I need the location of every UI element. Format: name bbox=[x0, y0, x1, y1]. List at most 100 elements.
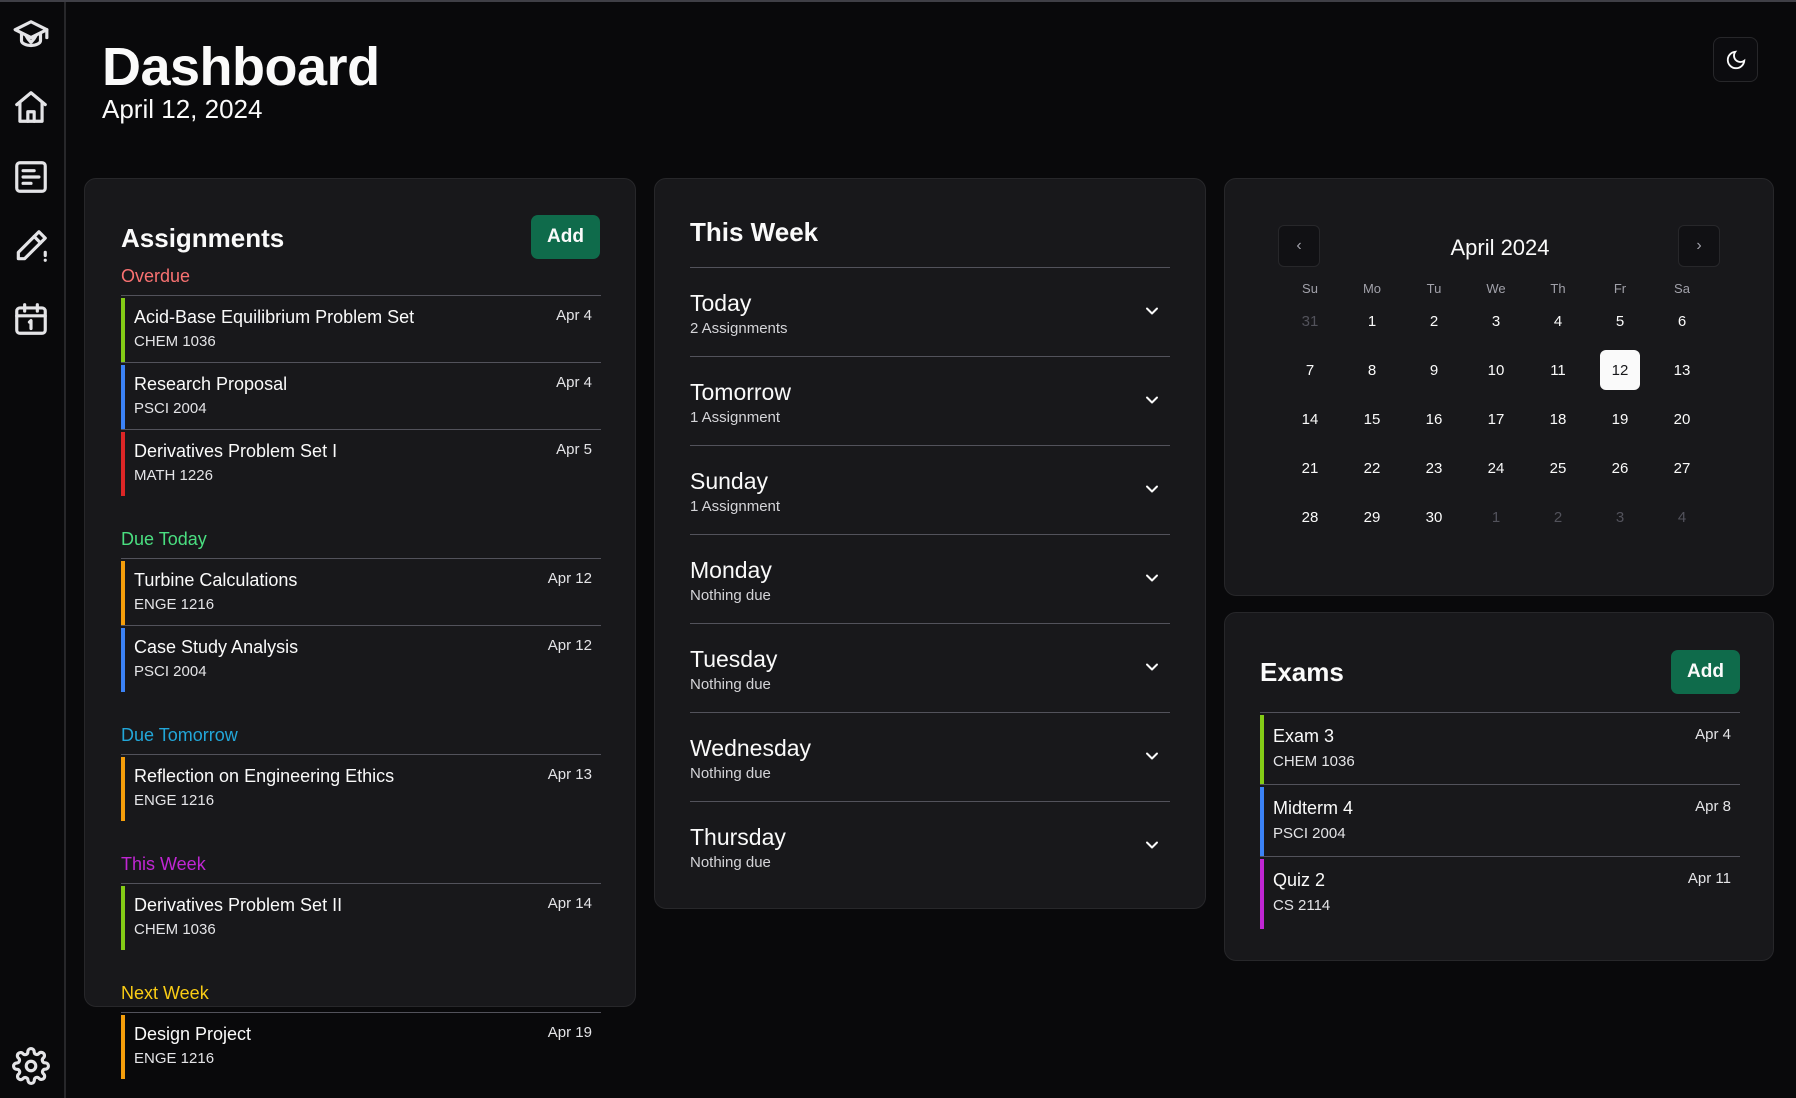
theme-toggle-button[interactable] bbox=[1713, 37, 1758, 82]
list-item[interactable]: Derivatives Problem Set II CHEM 1036 Apr 1… bbox=[121, 883, 601, 950]
document-icon[interactable] bbox=[9, 155, 53, 199]
calendar-day[interactable]: 4 bbox=[1538, 301, 1578, 341]
course-color-bar bbox=[121, 628, 125, 692]
list-item[interactable]: Research Proposal PSCI 2004 Apr 4 bbox=[121, 362, 601, 429]
calendar-day[interactable]: 3 bbox=[1600, 497, 1640, 537]
list-item[interactable]: Derivatives Problem Set I MATH 1226 Apr 5 bbox=[121, 429, 601, 496]
weekday-header: Th bbox=[1550, 281, 1566, 296]
day-name: Sunday bbox=[690, 468, 769, 494]
add-assignment-button[interactable]: Add bbox=[531, 215, 600, 259]
calendar-icon[interactable] bbox=[9, 297, 53, 341]
list-item[interactable]: Exam 3 CHEM 1036 Apr 4 bbox=[1260, 712, 1740, 785]
group-label: Overdue bbox=[121, 266, 191, 286]
home-icon[interactable] bbox=[9, 85, 53, 129]
calendar-day[interactable]: 2 bbox=[1538, 497, 1578, 537]
calendar-day[interactable]: 3 bbox=[1476, 301, 1516, 341]
calendar-day[interactable]: 2 bbox=[1414, 301, 1454, 341]
day-summary: 2 Assignments bbox=[690, 320, 788, 337]
add-exam-button[interactable]: Add bbox=[1671, 650, 1740, 694]
item-course: CS 2114 bbox=[1273, 897, 1331, 914]
chevron-down-icon[interactable] bbox=[1142, 479, 1162, 499]
list-item[interactable]: Acid-Base Equilibrium Problem Set CHEM 10… bbox=[121, 295, 601, 362]
calendar-day[interactable]: 9 bbox=[1414, 350, 1454, 390]
calendar-day[interactable]: 17 bbox=[1476, 399, 1516, 439]
weekday-header: Mo bbox=[1362, 281, 1382, 296]
chevron-down-icon[interactable] bbox=[1142, 390, 1162, 410]
item-name: Quiz 2 bbox=[1273, 870, 1326, 890]
list-item[interactable]: Reflection on Engineering Ethics ENGE 121… bbox=[121, 754, 601, 821]
item-course: MATH 1226 bbox=[134, 467, 213, 484]
calendar-day[interactable]: 15 bbox=[1352, 399, 1392, 439]
item-name: Acid-Base Equilibrium Problem Set bbox=[134, 307, 415, 327]
chevron-down-icon[interactable] bbox=[1142, 835, 1162, 855]
calendar-day[interactable]: 1 bbox=[1352, 301, 1392, 341]
group-label: Due Today bbox=[121, 529, 207, 549]
calendar-day[interactable]: 31 bbox=[1290, 301, 1330, 341]
week-day-row[interactable]: Wednesday Nothing due bbox=[690, 712, 1170, 801]
calendar-day[interactable]: 16 bbox=[1414, 399, 1454, 439]
item-course: ENGE 1216 bbox=[134, 596, 215, 613]
calendar-day[interactable]: 22 bbox=[1352, 448, 1392, 488]
calendar-day[interactable]: 11 bbox=[1538, 350, 1578, 390]
week-day-row[interactable]: Monday Nothing due bbox=[690, 534, 1170, 623]
calendar-day[interactable]: 10 bbox=[1476, 350, 1516, 390]
item-due-date: Apr 5 bbox=[556, 441, 592, 458]
page-title: Dashboard bbox=[102, 37, 380, 97]
calendar-day[interactable]: 25 bbox=[1538, 448, 1578, 488]
group-label: This Week bbox=[121, 854, 206, 874]
calendar-day[interactable]: 14 bbox=[1290, 399, 1330, 439]
week-day-row[interactable]: Tomorrow 1 Assignment bbox=[690, 356, 1170, 445]
item-name: Case Study Analysis bbox=[134, 637, 299, 657]
day-name: Monday bbox=[690, 557, 772, 583]
week-day-row[interactable]: Thursday Nothing due bbox=[690, 801, 1170, 890]
week-day-row[interactable]: Tuesday Nothing due bbox=[690, 623, 1170, 712]
calendar-day[interactable]: 18 bbox=[1538, 399, 1578, 439]
pencil-icon[interactable] bbox=[9, 224, 53, 268]
calendar-day[interactable]: 1 bbox=[1476, 497, 1516, 537]
list-item[interactable]: Quiz 2 CS 2114 Apr 11 bbox=[1260, 856, 1740, 929]
chevron-down-icon[interactable] bbox=[1142, 657, 1162, 677]
calendar-day[interactable]: 21 bbox=[1290, 448, 1330, 488]
week-day-row[interactable]: Today 2 Assignments bbox=[690, 267, 1170, 356]
calendar-day[interactable]: 27 bbox=[1662, 448, 1702, 488]
calendar-day[interactable]: 23 bbox=[1414, 448, 1454, 488]
calendar-day[interactable]: 30 bbox=[1414, 497, 1454, 537]
course-color-bar bbox=[121, 757, 125, 821]
list-item[interactable]: Design Project ENGE 1216 Apr 19 bbox=[121, 1012, 601, 1079]
sidebar bbox=[0, 2, 66, 1098]
item-name: Reflection on Engineering Ethics bbox=[134, 766, 395, 786]
chevron-down-icon[interactable] bbox=[1142, 746, 1162, 766]
window-top-border bbox=[0, 0, 1796, 2]
item-due-date: Apr 14 bbox=[547, 895, 592, 912]
calendar-day[interactable]: 7 bbox=[1290, 350, 1330, 390]
calendar-day[interactable]: 4 bbox=[1662, 497, 1702, 537]
calendar-day[interactable]: 13 bbox=[1662, 350, 1702, 390]
calendar-day[interactable]: 6 bbox=[1662, 301, 1702, 341]
calendar-day[interactable]: 24 bbox=[1476, 448, 1516, 488]
list-item[interactable]: Case Study Analysis PSCI 2004 Apr 12 bbox=[121, 625, 601, 692]
calendar-day[interactable]: 26 bbox=[1600, 448, 1640, 488]
item-due-date: Apr 4 bbox=[556, 307, 592, 324]
calendar-next-button[interactable]: › bbox=[1678, 225, 1720, 267]
item-course: PSCI 2004 bbox=[134, 663, 207, 680]
weekday-header: Su bbox=[1302, 281, 1318, 296]
course-color-bar bbox=[121, 1015, 125, 1079]
settings-icon[interactable] bbox=[9, 1044, 53, 1088]
calendar-day[interactable]: 28 bbox=[1290, 497, 1330, 537]
item-course: CHEM 1036 bbox=[134, 921, 216, 938]
chevron-down-icon[interactable] bbox=[1142, 301, 1162, 321]
calendar-day[interactable]: 5 bbox=[1600, 301, 1640, 341]
list-item[interactable]: Midterm 4 PSCI 2004 Apr 8 bbox=[1260, 784, 1740, 857]
week-day-row[interactable]: Sunday 1 Assignment bbox=[690, 445, 1170, 534]
item-course: ENGE 1216 bbox=[134, 792, 215, 809]
this-week-title: This Week bbox=[690, 217, 819, 247]
calendar-day[interactable]: 20 bbox=[1662, 399, 1702, 439]
day-name: Wednesday bbox=[690, 735, 812, 761]
calendar-day[interactable]: 29 bbox=[1352, 497, 1392, 537]
calendar-day[interactable]: 8 bbox=[1352, 350, 1392, 390]
list-item[interactable]: Turbine Calculations ENGE 1216 Apr 12 bbox=[121, 558, 601, 625]
chevron-down-icon[interactable] bbox=[1142, 568, 1162, 588]
logo-icon[interactable] bbox=[9, 14, 53, 58]
calendar-day[interactable]: 19 bbox=[1600, 399, 1640, 439]
calendar-day[interactable]: 12 bbox=[1600, 350, 1640, 390]
